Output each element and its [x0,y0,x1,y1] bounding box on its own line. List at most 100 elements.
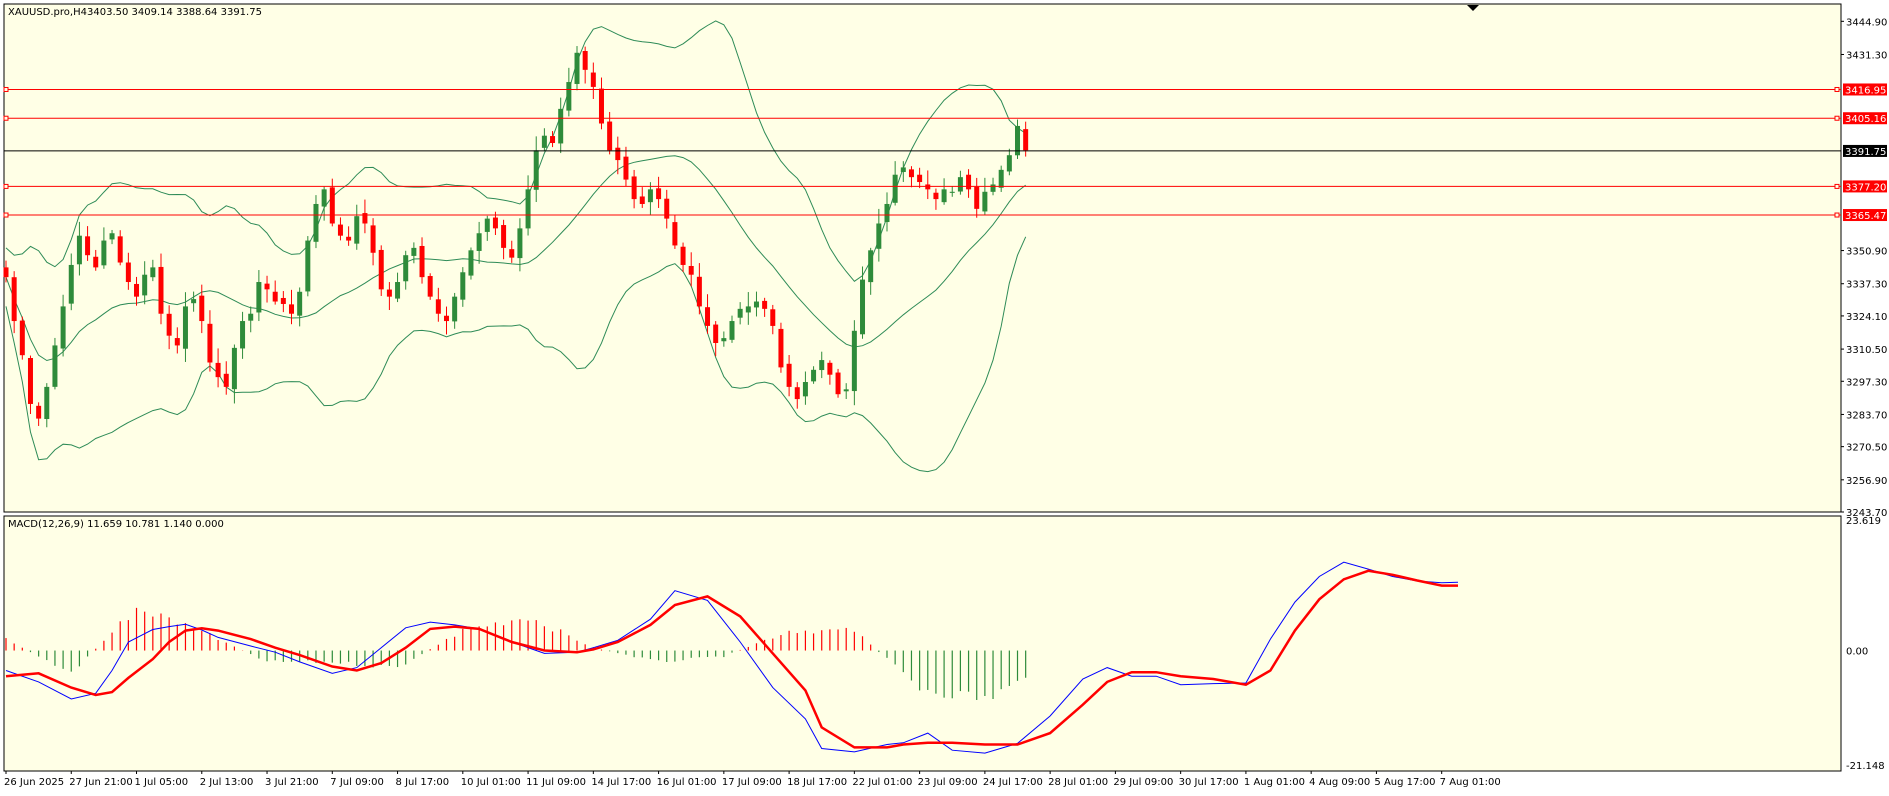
level-price-label: 3416.95 [1845,85,1886,96]
bearish-candle [158,266,164,314]
current-price-label: 3391.75 [1845,147,1886,158]
level-price-label: 3405.16 [1845,114,1886,125]
bearish-candle [794,387,800,400]
macd-tick-label: -21.148 [1846,761,1885,772]
bearish-candle [36,405,42,419]
bearish-candle [370,225,376,253]
bearish-candle [215,362,221,378]
bullish-candle [819,360,825,371]
time-tick-label: 4 Aug 09:00 [1309,777,1370,788]
bearish-candle [680,246,686,265]
time-tick-label: 14 Jul 17:00 [591,777,651,788]
level-anchor [3,183,9,189]
bullish-candle [982,191,988,212]
bearish-candle [443,315,449,322]
bearish-candle [435,299,441,314]
bearish-candle [827,362,833,375]
bullish-candle [60,306,66,349]
bullish-candle [297,291,303,316]
bullish-candle [182,306,188,349]
bullish-candle [150,267,156,278]
bearish-candle [85,236,91,256]
bullish-candle [647,189,653,203]
bearish-candle [933,192,939,200]
bullish-candle [729,321,735,340]
price-tick-label: 3283.70 [1846,410,1887,421]
bullish-candle [109,233,115,240]
price-tick-label: 3350.90 [1846,247,1887,258]
price-tick-label: 3256.90 [1846,476,1887,487]
bullish-candle [395,282,401,299]
bullish-candle [957,177,963,192]
bearish-candle [656,188,662,200]
bearish-candle [705,307,711,326]
level-anchor [1834,212,1840,218]
time-tick-label: 1 Jul 05:00 [135,777,189,788]
bearish-candle [550,136,556,144]
bearish-candle [272,291,278,302]
bullish-candle [517,228,523,259]
price-tick-label: 3310.50 [1846,345,1887,356]
level-anchor [1834,183,1840,189]
bearish-candle [762,300,768,309]
bullish-candle [868,250,874,283]
bullish-candle [802,382,808,397]
macd-panel [3,515,1842,772]
bearish-candle [174,338,180,346]
bullish-candle [452,296,458,322]
bearish-candle [778,328,784,368]
bullish-candle [533,150,539,190]
bullish-candle [941,189,947,203]
bullish-candle [142,274,148,296]
bullish-candle [721,338,727,342]
bullish-candle [892,174,898,203]
bearish-candle [696,276,702,307]
chart-svg: 3416.95 3405.16 3377.20 3365.47 3391.75 3444.… [3,3,1887,788]
time-tick-label: 7 Aug 01:00 [1440,777,1501,788]
bullish-candle [484,218,490,232]
time-tick-label: 23 Jul 09:00 [918,777,978,788]
time-tick-label: 8 Jul 17:00 [396,777,450,788]
bearish-candle [664,198,670,219]
bearish-candle [615,147,621,161]
bearish-candle [419,245,425,278]
bullish-candle [411,247,417,256]
bearish-candle [3,267,9,278]
bearish-candle [607,121,613,151]
bearish-candle [966,174,972,190]
bullish-candle [313,203,319,242]
level-price-label: 3377.20 [1845,182,1886,193]
time-tick-label: 2 Jul 13:00 [200,777,254,788]
level-anchor [3,212,9,218]
bullish-candle [900,167,906,173]
level-price-label: 3365.47 [1845,211,1886,222]
bullish-candle [811,369,817,382]
bullish-candle [52,345,58,387]
bearish-candle [1023,129,1029,151]
bullish-candle [990,184,996,192]
bullish-candle [843,389,849,392]
bearish-candle [672,222,678,246]
bearish-candle [501,225,507,248]
bearish-candle [337,224,343,236]
bearish-candle [19,320,25,356]
bullish-candle [354,216,360,244]
bullish-candle [68,264,74,304]
time-tick-label: 29 Jul 09:00 [1113,777,1173,788]
price-tick-label: 3444.90 [1846,17,1887,28]
price-tick-label: 3297.30 [1846,377,1887,388]
time-tick-label: 7 Jul 09:00 [330,777,384,788]
bearish-candle [199,295,205,322]
time-tick-label: 18 Jul 17:00 [787,777,847,788]
time-tick-label: 26 Jun 2025 [4,777,64,788]
price-tick-label: 3270.50 [1846,443,1887,454]
bullish-candle [231,347,237,390]
bearish-candle [93,256,99,268]
bullish-candle [321,189,327,207]
time-tick-label: 3 Jul 21:00 [265,777,319,788]
bullish-candle [998,169,1004,188]
bullish-candle [851,330,857,392]
bearish-candle [27,357,33,404]
bullish-candle [745,306,751,313]
ohlc-readout: 3403.50 3409.14 3388.64 3391.75 [87,7,262,18]
